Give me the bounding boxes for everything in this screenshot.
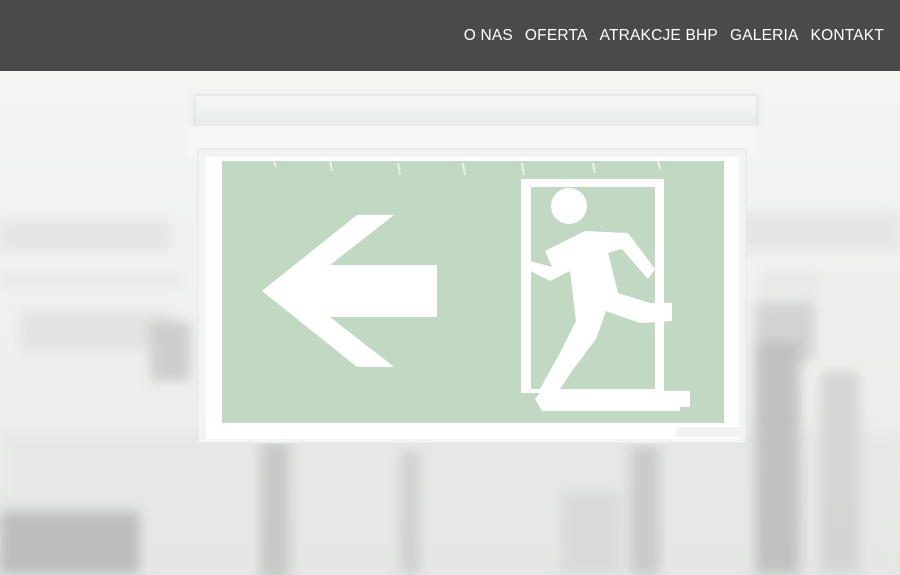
main-nav: O NAS OFERTA ATRAKCJE BHP GALERIA KONTAK… <box>464 25 884 47</box>
nav-item-o-nas: O NAS <box>464 25 513 47</box>
page: O NAS OFERTA ATRAKCJE BHP GALERIA KONTAK… <box>0 0 900 575</box>
nav-list: O NAS OFERTA ATRAKCJE BHP GALERIA KONTAK… <box>464 25 884 47</box>
exit-sign <box>188 93 760 444</box>
nav-link-kontakt[interactable]: KONTAKT <box>811 25 884 47</box>
nav-item-galeria: GALERIA <box>730 25 799 47</box>
nav-item-oferta: OFERTA <box>525 25 588 47</box>
exit-sign-photo <box>0 71 900 575</box>
nav-link-oferta[interactable]: OFERTA <box>525 25 588 47</box>
nav-item-atrakcje-bhp: ATRAKCJE BHP <box>600 25 718 47</box>
nav-link-o-nas[interactable]: O NAS <box>464 25 513 47</box>
hero-image <box>0 71 900 575</box>
top-navigation-bar: O NAS OFERTA ATRAKCJE BHP GALERIA KONTAK… <box>0 0 900 71</box>
nav-link-galeria[interactable]: GALERIA <box>730 25 799 47</box>
nav-link-atrakcje-bhp[interactable]: ATRAKCJE BHP <box>600 25 718 47</box>
nav-item-kontakt: KONTAKT <box>811 25 884 47</box>
